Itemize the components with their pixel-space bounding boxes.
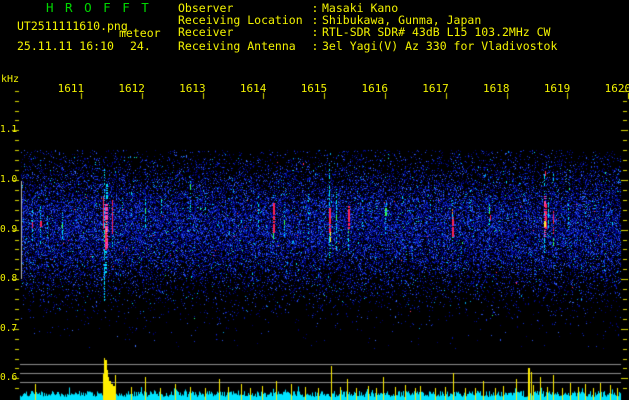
app-title: H R O F F T — [46, 0, 151, 15]
time-tick-label: 1617 — [422, 82, 449, 95]
frequency-tick-label: 1.0 — [0, 174, 18, 185]
time-tick-label: 1615 — [300, 82, 328, 95]
khz-unit-label: kHz — [1, 74, 20, 85]
time-tick-label: 1618 — [483, 82, 510, 95]
metadata-value: RTL-SDR SDR# 43dB L15 103.2MHz CW — [322, 25, 551, 39]
metadata-row: Receiver: RTL-SDR SDR# 43dB L15 103.2MHz … — [178, 26, 550, 38]
metadata-value: 3el Yagi(V) Az 330 for Vladivostok — [322, 39, 558, 53]
metadata-label: Receiver — [178, 25, 234, 39]
meteor-label: meteor — [119, 26, 161, 40]
frequency-tick-label: 0.6 — [0, 372, 18, 384]
metadata-row: Receiving Antenna:3el Yagi(V) Az 330 for… — [178, 40, 557, 52]
echo-count: 24. — [130, 39, 151, 53]
time-tick-label: 1620 — [604, 82, 629, 95]
hrofft-screenshot: H R O F F T UT2511111610.png meteor 25.1… — [0, 0, 629, 400]
time-tick-label: 1619 — [543, 82, 571, 95]
time-tick-label: 1611 — [57, 82, 85, 95]
metadata-label: Receiving Antenna — [178, 39, 296, 53]
capture-datetime: 25.11.11 16:10 — [17, 39, 114, 53]
frequency-tick-label: 1.1 — [0, 124, 18, 136]
metadata-separator: : — [311, 25, 319, 39]
capture-filename: UT2511111610.png — [17, 19, 128, 33]
frequency-tick-label: 0.9 — [0, 223, 18, 235]
time-tick-label: 1613 — [179, 82, 206, 95]
time-tick-label: 1612 — [118, 82, 145, 95]
frequency-tick-label: 0.7 — [0, 322, 18, 334]
frequency-tick-label: 0.8 — [0, 273, 18, 285]
time-tick-label: 1616 — [361, 82, 388, 95]
spectrogram-canvas — [0, 0, 629, 400]
time-tick-label: 1614 — [239, 82, 267, 95]
metadata-separator: : — [311, 39, 319, 53]
